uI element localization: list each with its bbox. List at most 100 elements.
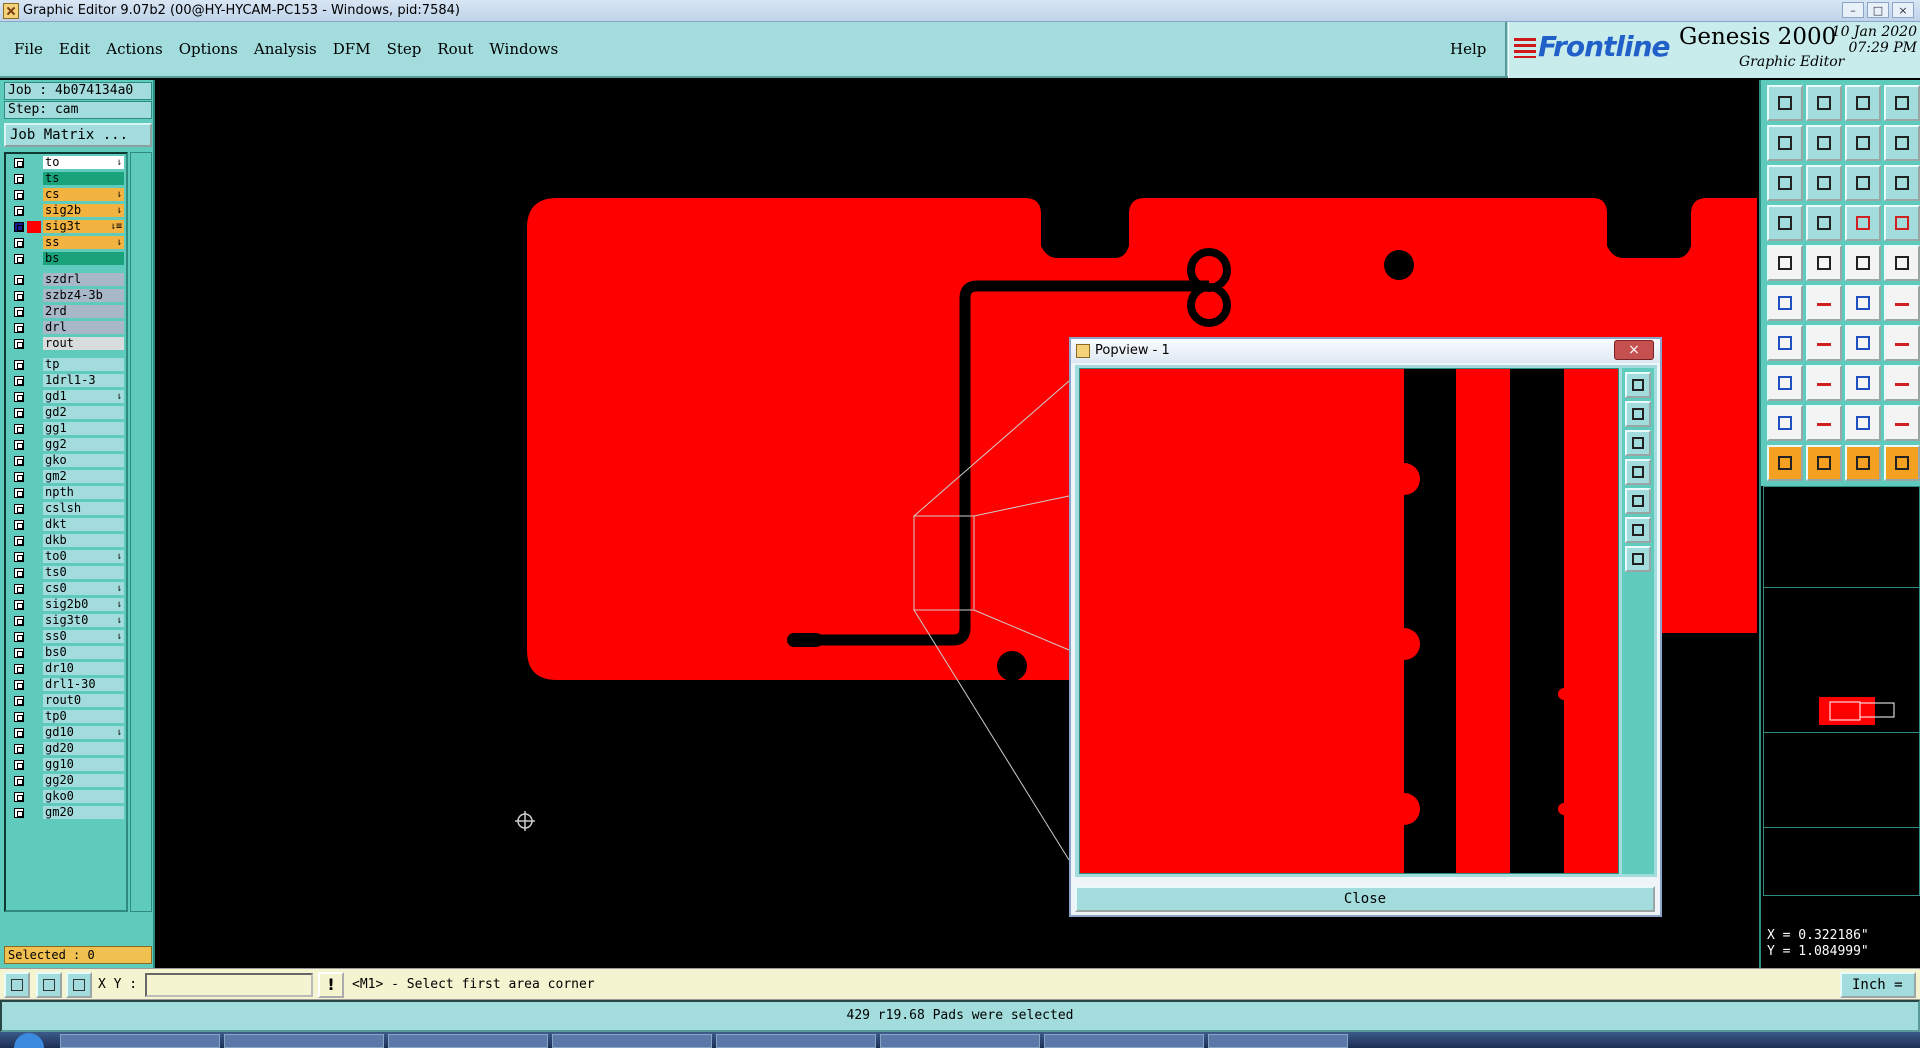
layer-row[interactable]: gg20 — [8, 774, 126, 788]
menu-dfm[interactable]: DFM — [325, 40, 379, 58]
layer-row[interactable]: 2rd — [8, 305, 126, 319]
layer-checkbox[interactable] — [14, 520, 24, 530]
layer-row[interactable]: ss0 ⇂ — [8, 630, 126, 644]
popview-down-button[interactable] — [1625, 430, 1651, 456]
layer-checkbox[interactable] — [14, 552, 24, 562]
layer-checkbox[interactable] — [14, 712, 24, 722]
layer-checkbox[interactable] — [14, 222, 24, 232]
layer-checkbox[interactable] — [14, 238, 24, 248]
layer-list-scrollbar[interactable] — [130, 152, 152, 912]
layer-row[interactable]: gd20 — [8, 742, 126, 756]
layer-checkbox[interactable] — [14, 392, 24, 402]
zoom-center-button[interactable] — [1806, 165, 1842, 201]
close-window-button[interactable]: × — [1892, 2, 1914, 18]
layer-down-button[interactable] — [1806, 85, 1842, 121]
layer-row[interactable]: ts — [8, 172, 126, 186]
layer-row[interactable]: sig2b ⇂ — [8, 204, 126, 218]
layer-checkbox[interactable] — [14, 680, 24, 690]
layer-row[interactable]: gm20 — [8, 806, 126, 820]
layer-checkbox[interactable] — [14, 776, 24, 786]
taskbar-item[interactable] — [716, 1034, 876, 1048]
layer-checkbox[interactable] — [14, 600, 24, 610]
layer-checkbox[interactable] — [14, 536, 24, 546]
layer-checkbox[interactable] — [14, 696, 24, 706]
layer-row[interactable]: szbz4-3b — [8, 289, 126, 303]
triangle-button[interactable] — [1767, 405, 1803, 441]
taskbar-item[interactable] — [224, 1034, 384, 1048]
layer-row[interactable]: gg1 — [8, 422, 126, 436]
layer-checkbox[interactable] — [14, 488, 24, 498]
layer-checkbox[interactable] — [14, 616, 24, 626]
layer-checkbox[interactable] — [14, 632, 24, 642]
layer-row[interactable]: gd10 ⇂ — [8, 726, 126, 740]
job-matrix-button[interactable]: Job Matrix ... — [4, 123, 152, 147]
branch-button[interactable] — [1884, 285, 1920, 321]
snap-button[interactable] — [1767, 205, 1803, 241]
menu-file[interactable]: File — [6, 40, 51, 58]
slash-button[interactable] — [1806, 325, 1842, 361]
layer-row[interactable]: ss ⇂ — [8, 236, 126, 250]
text-button[interactable] — [1806, 405, 1842, 441]
layer-checkbox[interactable] — [14, 206, 24, 216]
layer-row[interactable]: tp — [8, 358, 126, 372]
layer-checkbox[interactable] — [14, 174, 24, 184]
layer-checkbox[interactable] — [14, 760, 24, 770]
select-net-button[interactable] — [1884, 445, 1920, 481]
layer-checkbox[interactable] — [14, 307, 24, 317]
measure-mode-button[interactable] — [36, 972, 62, 998]
popview-close-x-button[interactable]: × — [1614, 340, 1654, 360]
layer-checkbox[interactable] — [14, 291, 24, 301]
layer-row[interactable]: cs ⇂ — [8, 188, 126, 202]
layer-checkbox[interactable] — [14, 456, 24, 466]
select-button[interactable] — [1767, 445, 1803, 481]
layer-checkbox[interactable] — [14, 440, 24, 450]
layer-checkbox[interactable] — [14, 664, 24, 674]
popview-fit-button[interactable] — [1625, 372, 1651, 398]
layer-checkbox[interactable] — [14, 648, 24, 658]
layer-checkbox[interactable] — [14, 504, 24, 514]
layer-checkbox[interactable] — [14, 360, 24, 370]
overview-map[interactable] — [1763, 486, 1920, 896]
layer-checkbox[interactable] — [14, 808, 24, 818]
redo-button[interactable] — [1884, 125, 1920, 161]
arc-button[interactable] — [1845, 325, 1881, 361]
layer-up-button[interactable] — [1767, 85, 1803, 121]
group-button[interactable] — [1884, 365, 1920, 401]
layer-row[interactable]: bs — [8, 252, 126, 266]
layer-checkbox[interactable] — [14, 158, 24, 168]
menu-actions[interactable]: Actions — [98, 40, 170, 58]
minimize-button[interactable]: – — [1842, 2, 1864, 18]
layer-row[interactable]: cs0 ⇂ — [8, 582, 126, 596]
layer-checkbox[interactable] — [14, 323, 24, 333]
layer-checkbox[interactable] — [14, 339, 24, 349]
layer-row[interactable]: ts0 — [8, 566, 126, 580]
execute-button[interactable]: ! — [318, 972, 344, 998]
layer-row[interactable]: dkt — [8, 518, 126, 532]
pan-right-button[interactable] — [1806, 125, 1842, 161]
layers-red-button[interactable] — [1845, 205, 1881, 241]
layer-checkbox[interactable] — [14, 792, 24, 802]
layer-checkbox[interactable] — [14, 728, 24, 738]
taskbar-item[interactable] — [388, 1034, 548, 1048]
layer-row[interactable]: gd2 — [8, 406, 126, 420]
layer-row[interactable]: rout0 — [8, 694, 126, 708]
edit-shape-button[interactable] — [1806, 245, 1842, 281]
layer-row[interactable]: sig3t0 ⇂ — [8, 614, 126, 628]
popview-close-button[interactable]: Close — [1075, 886, 1655, 912]
connect-button[interactable] — [1767, 285, 1803, 321]
route-button[interactable] — [1884, 325, 1920, 361]
layer-checkbox[interactable] — [14, 424, 24, 434]
minus-button[interactable] — [1806, 365, 1842, 401]
layer-row[interactable]: cslsh — [8, 502, 126, 516]
taskbar-item[interactable] — [1208, 1034, 1348, 1048]
node-move-button[interactable] — [1767, 365, 1803, 401]
move-node-button[interactable] — [1845, 285, 1881, 321]
layer-checkbox[interactable] — [14, 408, 24, 418]
taskbar-item[interactable] — [60, 1034, 220, 1048]
layer-row[interactable]: dkb — [8, 534, 126, 548]
layer-checkbox[interactable] — [14, 376, 24, 386]
layer-row[interactable]: rout — [8, 337, 126, 351]
popview-up-button[interactable] — [1625, 401, 1651, 427]
layer-checkbox[interactable] — [14, 472, 24, 482]
menu-windows[interactable]: Windows — [481, 40, 566, 58]
